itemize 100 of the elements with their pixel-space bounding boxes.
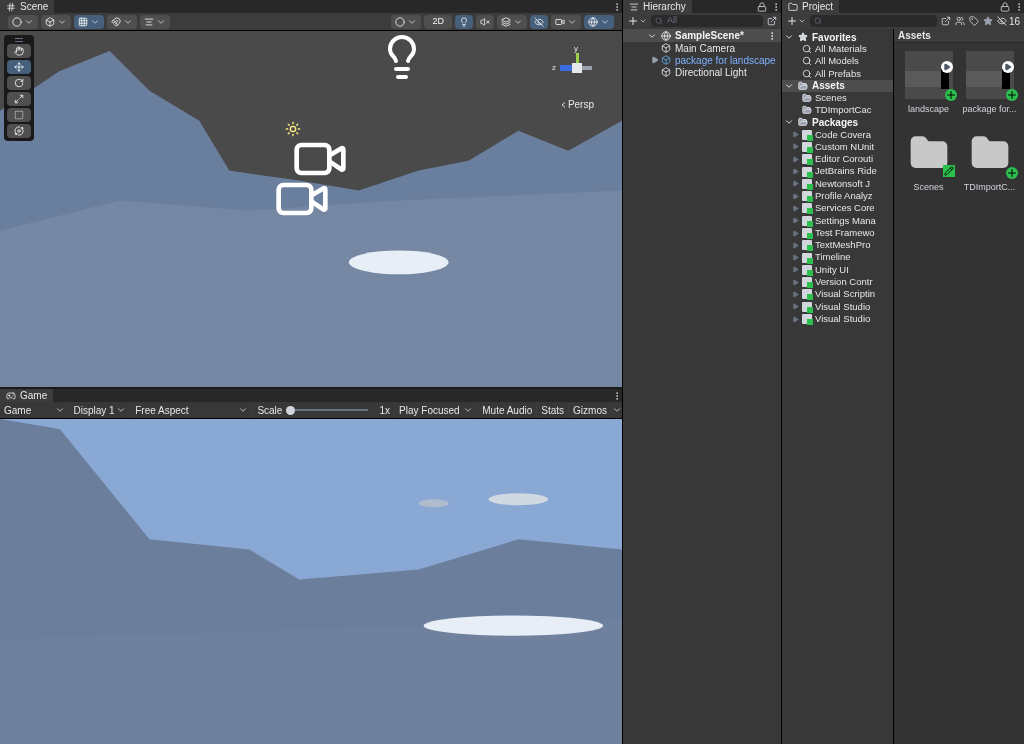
tool-button[interactable] [7, 92, 31, 106]
toolbar-button[interactable] [74, 14, 104, 29]
toolbar-icon [501, 16, 511, 27]
toolbar-button[interactable]: 2D [424, 14, 452, 29]
slider-thumb[interactable] [286, 405, 296, 415]
tree-item[interactable]: Code Covera [782, 128, 893, 141]
tree-item[interactable]: All Models [782, 55, 893, 68]
add-button[interactable] [786, 15, 806, 27]
tree-item[interactable]: Favorites [782, 31, 893, 43]
tree-item[interactable]: Visual Scriptin [782, 288, 893, 301]
tree-item[interactable]: Custom NUnit [782, 140, 893, 154]
toggle-button[interactable]: Gizmos [569, 402, 611, 418]
panel-tab[interactable]: Scene [0, 0, 55, 13]
asset-label: TDImportC... [963, 180, 1016, 194]
package-folder-icon [802, 228, 812, 238]
add-button[interactable] [627, 15, 647, 27]
package-folder-icon [802, 166, 812, 177]
breadcrumb[interactable]: Assets [894, 29, 1024, 43]
dropdown[interactable]: Display 1 [69, 402, 131, 418]
package-folder-icon [802, 240, 812, 251]
tag-icon[interactable] [968, 16, 979, 26]
panel-tab[interactable]: Game [0, 389, 54, 402]
toolbar-icon [78, 16, 88, 27]
toolbar-button[interactable] [455, 14, 473, 29]
package-folder-icon [802, 252, 812, 263]
cube-icon [661, 67, 671, 77]
toolbar-button[interactable] [497, 14, 527, 29]
tree-item[interactable]: Scenes [782, 91, 893, 105]
search-field[interactable] [810, 15, 937, 27]
panel-tab[interactable]: Hierarchy [623, 0, 692, 13]
projection-label[interactable]: Persp [567, 97, 594, 112]
toolbar-button[interactable] [140, 14, 170, 29]
lock-icon[interactable] [757, 1, 767, 12]
dropdown[interactable]: Game [0, 402, 69, 418]
hidden-packages-button[interactable]: 16 [996, 13, 1020, 29]
hierarchy-item[interactable]: Directional Light [623, 66, 781, 78]
toolbar-icon [534, 16, 544, 27]
tool-icon [14, 94, 24, 104]
tree-item[interactable]: JetBrains Ride [782, 165, 893, 178]
caret-icon [798, 17, 806, 25]
package-folder-icon [802, 191, 812, 202]
tree-item[interactable]: Profile Analyz [782, 189, 893, 203]
expand-arrow-icon[interactable] [651, 56, 659, 64]
toolbar-icon [395, 16, 406, 27]
play-icon[interactable] [1001, 61, 1014, 73]
tree-item[interactable]: All Materials [782, 43, 893, 56]
tree-item[interactable]: All Prefabs [782, 67, 893, 80]
caret-icon [54, 405, 65, 415]
toolbar-icon [588, 16, 598, 27]
plus-icon [786, 15, 798, 27]
dropdown[interactable]: Free Aspect [131, 402, 253, 418]
tree-item[interactable]: Timeline [782, 251, 893, 264]
tree-item[interactable]: Version Contr [782, 276, 893, 289]
scene-row[interactable]: SampleScene* [623, 29, 781, 42]
toolbar-button[interactable] [584, 14, 614, 29]
tree-item[interactable]: Visual Studio [782, 312, 893, 326]
tree-item[interactable]: Services Core [782, 202, 893, 215]
tree-item[interactable]: Settings Mana [782, 214, 893, 227]
tree-item[interactable]: Newtonsoft J [782, 177, 893, 190]
tree-item[interactable]: Assets [782, 79, 893, 92]
tool-button[interactable] [7, 60, 31, 74]
toolbar-button[interactable] [41, 14, 71, 29]
toolbar-button[interactable] [551, 14, 581, 29]
toolbar-button[interactable] [107, 14, 137, 29]
lock-icon[interactable] [1000, 1, 1010, 12]
search-icon [802, 44, 812, 55]
play-icon[interactable] [940, 61, 953, 73]
tree-item[interactable]: Test Framewo [782, 226, 893, 240]
toolbar-button[interactable] [530, 14, 548, 29]
hierarchy-item[interactable]: Main Camera [623, 42, 781, 54]
tree-item[interactable]: TextMeshPro [782, 239, 893, 252]
search-options-icon[interactable] [940, 16, 951, 26]
tool-button[interactable] [7, 76, 31, 90]
toggle-button[interactable]: Stats [537, 402, 569, 418]
tree-item[interactable]: Visual Studio [782, 300, 893, 313]
tree-item[interactable]: Packages [782, 116, 893, 129]
tree-item[interactable]: Editor Corouti [782, 153, 893, 166]
tree-item[interactable]: TDImportCac [782, 104, 893, 117]
toolbar-button[interactable] [8, 14, 38, 29]
hierarchy-item[interactable]: package for landscape [623, 54, 781, 66]
tree-item[interactable]: Unity UI [782, 263, 893, 277]
toolbar-button[interactable] [391, 14, 422, 29]
panel-tab[interactable]: Project [782, 0, 840, 13]
orientation-gizmo[interactable]: y z [552, 43, 600, 91]
search-icon [814, 17, 822, 25]
star-icon[interactable] [982, 16, 993, 26]
tool-button[interactable] [7, 108, 31, 122]
scene-search-icon[interactable] [767, 16, 777, 26]
prefab-icon [661, 55, 671, 65]
tool-button[interactable] [7, 44, 31, 58]
type-filter-icon[interactable] [954, 16, 965, 26]
tool-button[interactable] [7, 124, 31, 138]
toolbar-button[interactable] [476, 14, 494, 29]
toggle-button[interactable]: Mute Audio [478, 402, 537, 418]
dropdown[interactable]: Play Focused [395, 402, 478, 418]
scale-slider[interactable] [286, 405, 368, 415]
asset-label: Scenes [913, 180, 944, 194]
scene-viewport[interactable]: y z Persp [0, 31, 622, 387]
tool-icon [14, 62, 24, 72]
caret-icon [639, 17, 647, 25]
